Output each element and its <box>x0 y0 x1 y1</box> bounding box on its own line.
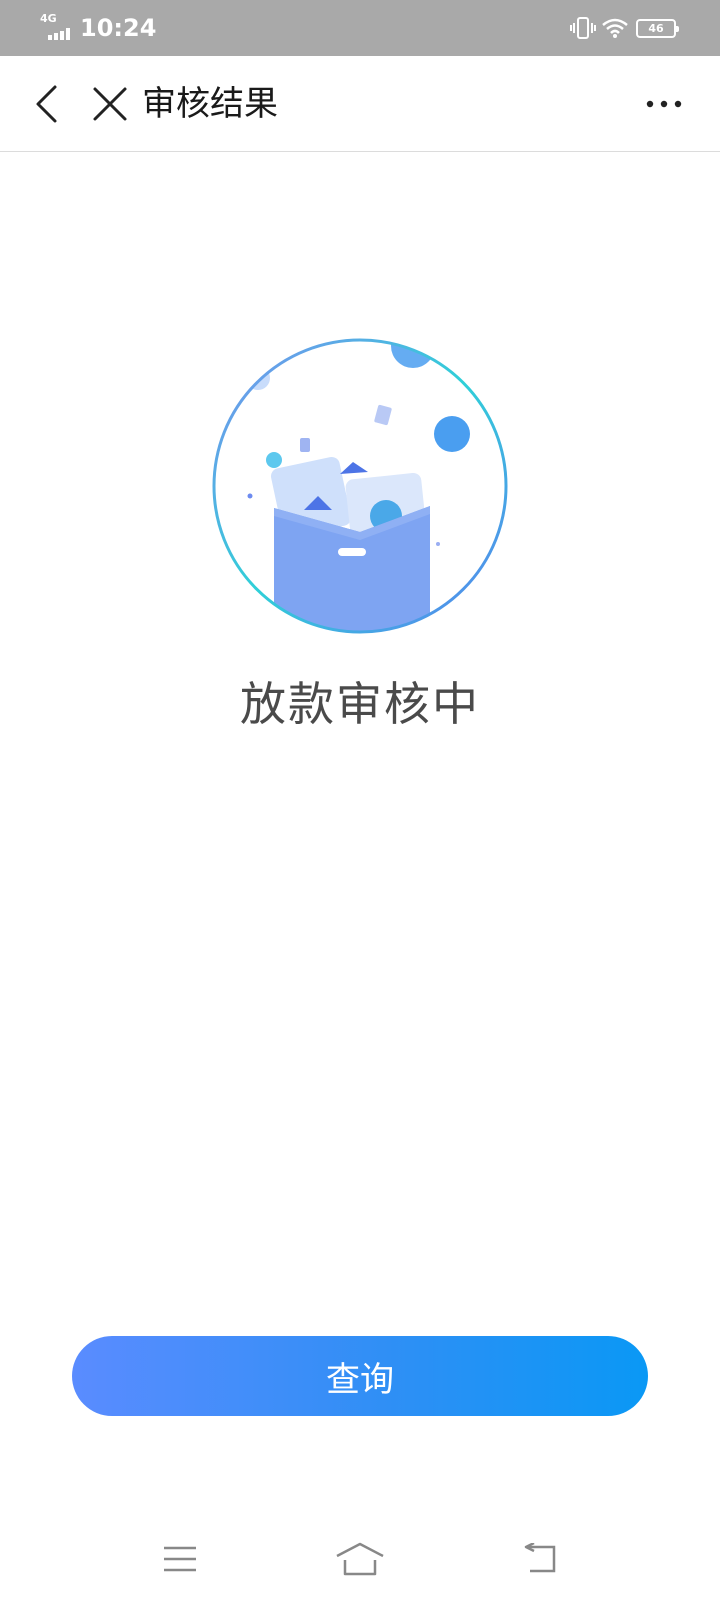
home-button[interactable] <box>332 1534 388 1584</box>
menu-button[interactable] <box>152 1534 208 1584</box>
back-system-button[interactable] <box>512 1534 568 1584</box>
clock: 10:24 <box>80 14 157 42</box>
network-type: 4G <box>40 12 57 25</box>
home-icon <box>336 1542 384 1576</box>
query-button[interactable]: 查询 <box>72 1336 648 1416</box>
battery-icon: 46 <box>636 19 679 38</box>
vibrate-icon <box>570 17 596 39</box>
more-button[interactable] <box>638 78 690 130</box>
signal-icon <box>48 28 70 40</box>
review-status-text: 放款审核中 <box>240 677 480 731</box>
chevron-left-icon <box>36 85 57 123</box>
system-nav-bar <box>0 1524 720 1600</box>
back-button[interactable] <box>22 78 70 130</box>
return-icon <box>524 1543 556 1573</box>
review-pending-illustration <box>212 338 508 634</box>
status-bar: 4G 10:24 46 <box>0 0 720 56</box>
menu-icon <box>164 1546 196 1572</box>
battery-level: 46 <box>648 22 664 35</box>
status-right: 46 <box>570 14 680 42</box>
close-icon <box>93 87 127 121</box>
wifi-icon <box>602 18 628 38</box>
more-horizontal-icon <box>646 100 682 108</box>
nav-bar: 审核结果 <box>0 56 720 152</box>
close-button[interactable] <box>84 78 136 130</box>
page-title: 审核结果 <box>142 84 278 124</box>
